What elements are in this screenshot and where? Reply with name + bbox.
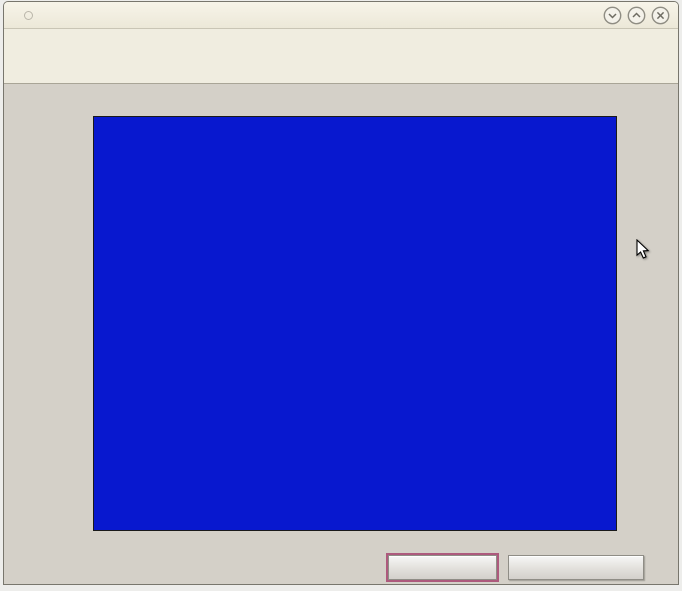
title-bar[interactable] xyxy=(4,2,678,29)
figure-canvas xyxy=(4,84,678,584)
close-button[interactable] xyxy=(651,6,670,25)
minimize-button[interactable] xyxy=(603,6,622,25)
chevron-up-icon xyxy=(627,6,646,25)
window-controls xyxy=(603,6,670,25)
figure-axes[interactable] xyxy=(93,116,617,531)
mouse-cursor-icon xyxy=(636,239,651,260)
continue-finish-button[interactable] xyxy=(508,555,644,580)
window-menu-icon[interactable] xyxy=(24,11,33,20)
close-icon xyxy=(651,6,670,25)
maximize-button[interactable] xyxy=(627,6,646,25)
retry-button[interactable] xyxy=(388,555,497,580)
chevron-down-icon xyxy=(603,6,622,25)
menu-bar xyxy=(4,29,678,52)
figure-window xyxy=(3,1,679,585)
thermal-plate-image[interactable] xyxy=(94,117,616,530)
screen xyxy=(0,0,682,591)
figure-toolbar xyxy=(4,52,678,84)
